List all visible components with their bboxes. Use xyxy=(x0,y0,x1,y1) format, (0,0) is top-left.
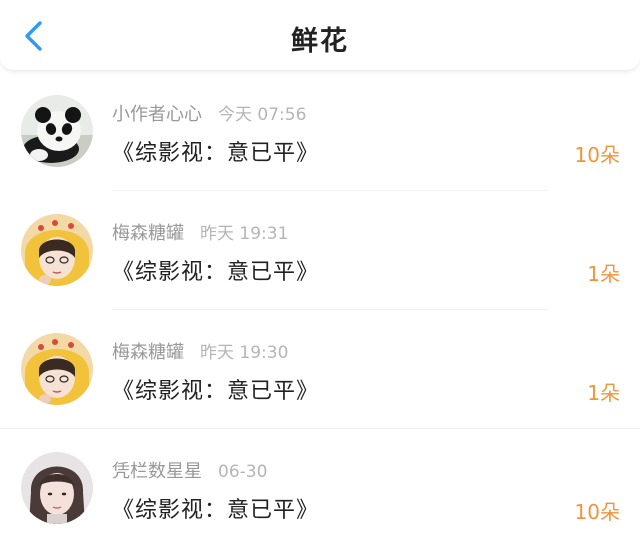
list-item[interactable]: 小作者心心 今天 07:56 《综影视：意已平》 10朵 xyxy=(0,71,640,190)
girl-portrait-avatar[interactable] xyxy=(21,452,93,524)
page-title: 鲜花 xyxy=(291,26,349,57)
flower-count: 10朵 xyxy=(574,143,620,167)
username[interactable]: 小作者心心 xyxy=(112,104,202,125)
username[interactable]: 凭栏数星星 xyxy=(112,461,202,482)
panda-avatar[interactable] xyxy=(21,95,93,167)
girl-yellow-hood-avatar[interactable] xyxy=(21,333,93,405)
timestamp: 昨天 19:30 xyxy=(200,343,289,363)
user-meta: 凭栏数星星 06-30 xyxy=(112,457,267,483)
book-title[interactable]: 《综影视：意已平》 xyxy=(112,254,319,286)
list-item[interactable]: 梅森糖罐 昨天 19:30 《综影视：意已平》 1朵 xyxy=(0,309,640,428)
user-meta: 梅森糖罐 昨天 19:30 xyxy=(112,338,288,364)
top-bar: 鲜花 xyxy=(0,0,640,71)
book-title[interactable]: 《综影视：意已平》 xyxy=(112,373,319,405)
flower-count: 1朵 xyxy=(587,381,620,405)
flower-count: 10朵 xyxy=(574,500,620,524)
username[interactable]: 梅森糖罐 xyxy=(112,342,184,363)
timestamp: 今天 07:56 xyxy=(218,105,307,125)
list-item[interactable]: 梅森糖罐 昨天 19:31 《综影视：意已平》 1朵 xyxy=(0,190,640,309)
list-item[interactable]: 凭栏数星星 06-30 《综影视：意已平》 10朵 xyxy=(0,428,640,544)
flower-list: 小作者心心 今天 07:56 《综影视：意已平》 10朵 梅森糖罐 昨天 19:31 xyxy=(0,71,640,544)
book-title[interactable]: 《综影视：意已平》 xyxy=(112,135,319,167)
username[interactable]: 梅森糖罐 xyxy=(112,223,184,244)
flower-count: 1朵 xyxy=(587,262,620,286)
timestamp: 06-30 xyxy=(218,462,268,482)
user-meta: 梅森糖罐 昨天 19:31 xyxy=(112,219,288,245)
girl-yellow-hood-avatar[interactable] xyxy=(21,214,93,286)
book-title[interactable]: 《综影视：意已平》 xyxy=(112,492,319,524)
timestamp: 昨天 19:31 xyxy=(200,224,289,244)
user-meta: 小作者心心 今天 07:56 xyxy=(112,100,306,126)
